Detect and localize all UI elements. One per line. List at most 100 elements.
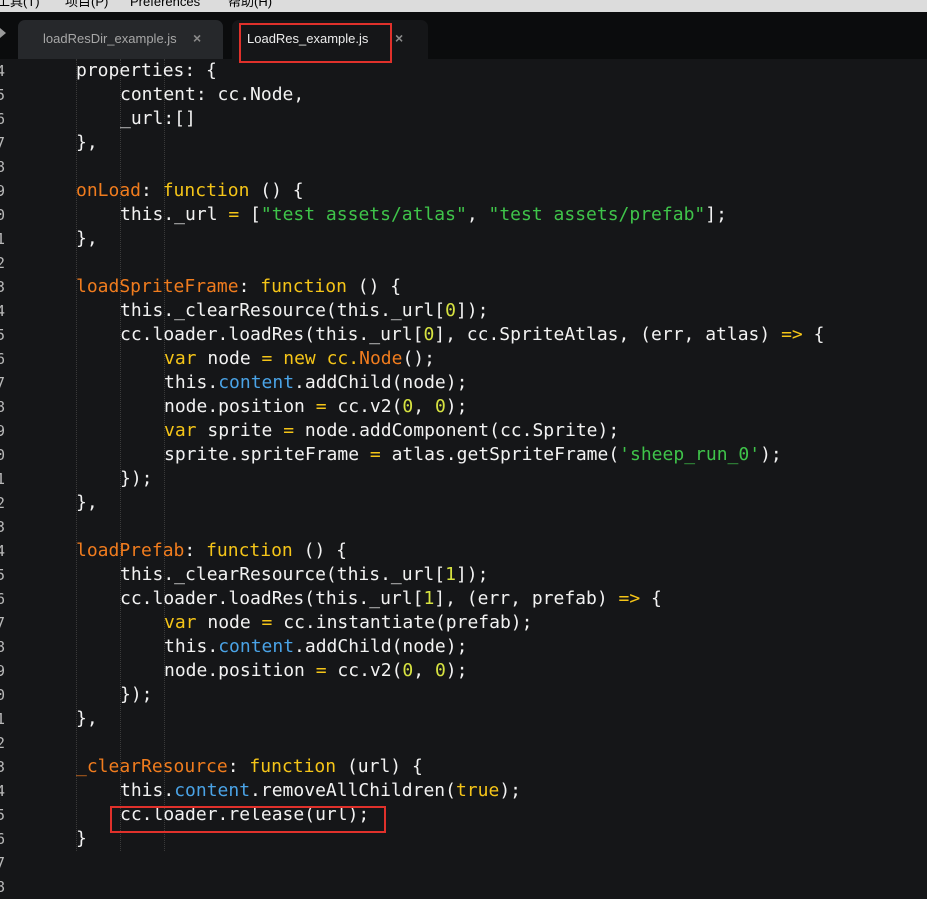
code-token: var — [164, 612, 197, 633]
code-token: }); — [120, 468, 153, 489]
code-token: sprite.spriteFrame — [164, 444, 370, 465]
code-token: ]); — [455, 300, 489, 321]
code-token: = — [228, 204, 240, 225]
code-token: }, — [76, 228, 98, 249]
code-line[interactable]: var node = new cc.Node(); — [164, 347, 435, 371]
code-line[interactable]: }, — [76, 491, 98, 515]
line-number: 2 — [0, 494, 6, 512]
code-token: }, — [76, 708, 98, 729]
line-number: 8 — [0, 878, 6, 896]
code-token: = — [315, 396, 327, 417]
code-token: onLoad — [76, 180, 142, 201]
code-line[interactable]: _clearResource: function (url) { — [76, 755, 423, 779]
code-line[interactable]: }); — [120, 683, 153, 707]
code-token: function — [206, 540, 293, 561]
code-token: _url:[] — [120, 108, 196, 129]
code-line[interactable]: var sprite = node.addComponent(cc.Sprite… — [164, 419, 619, 443]
line-number: 5 — [0, 566, 6, 584]
code-line[interactable]: }, — [76, 227, 98, 251]
code-line[interactable]: cc.loader.loadRes(this._url[1], (err, pr… — [120, 587, 662, 611]
code-line[interactable]: sprite.spriteFrame = atlas.getSpriteFram… — [164, 443, 782, 467]
menu-help[interactable]: 帮助(H) — [228, 0, 272, 8]
code-token: var — [164, 420, 197, 441]
code-line[interactable]: }, — [76, 131, 98, 155]
line-number: 0 — [0, 686, 6, 704]
code-line[interactable]: this._clearResource(this._url[0]); — [120, 299, 488, 323]
code-line[interactable]: _url:[] — [120, 107, 196, 131]
menu-project[interactable]: 项目(P) — [65, 0, 108, 8]
code-token: () { — [249, 180, 304, 201]
code-token: : — [238, 276, 261, 297]
code-token: cc.loader.loadRes(this._url[ — [120, 588, 424, 609]
code-line[interactable]: this.content.addChild(node); — [164, 371, 467, 395]
code-token: .removeAllChildren( — [250, 780, 456, 801]
code-line[interactable]: onLoad: function () { — [76, 179, 304, 203]
code-token: = — [261, 612, 273, 633]
menu-tools[interactable]: 工具(T) — [0, 0, 40, 8]
tab-loadresdir-example[interactable]: loadResDir_example.js × — [18, 20, 223, 59]
line-number: 0 — [0, 446, 6, 464]
code-token: { — [802, 324, 825, 345]
line-number: 9 — [0, 662, 6, 680]
code-line[interactable]: this.content.addChild(node); — [164, 635, 467, 659]
code-token: => — [781, 324, 803, 345]
line-number: 9 — [0, 422, 6, 440]
code-line[interactable]: cc.loader.loadRes(this._url[0], cc.Sprit… — [120, 323, 824, 347]
code-line[interactable]: loadSpriteFrame: function () { — [76, 275, 401, 299]
line-number: 8 — [0, 158, 6, 176]
code-token: properties: { — [76, 60, 217, 81]
code-token: loadSpriteFrame — [76, 276, 239, 297]
highlight-box-active-tab — [239, 23, 392, 63]
code-line[interactable]: this._url = ["test assets/atlas", "test … — [120, 203, 727, 227]
code-line[interactable]: node.position = cc.v2(0, 0); — [164, 659, 467, 683]
tab-scroll-left-icon[interactable] — [0, 28, 6, 38]
code-token: node — [196, 612, 262, 633]
code-line[interactable]: var node = cc.instantiate(prefab); — [164, 611, 532, 635]
code-token: : — [184, 540, 207, 561]
code-token: content — [218, 372, 295, 393]
line-number: 6 — [0, 110, 6, 128]
code-token: [ — [239, 204, 261, 225]
code-token: this. — [120, 780, 175, 801]
code-token: var — [164, 348, 197, 369]
menu-preferences[interactable]: Preferences — [130, 0, 200, 8]
code-token: = — [283, 420, 295, 441]
code-line[interactable]: properties: { — [76, 59, 217, 83]
code-token: 0 — [434, 396, 446, 417]
line-number: 2 — [0, 254, 6, 272]
code-token: atlas.getSpriteFrame( — [380, 444, 620, 465]
code-line[interactable]: this.content.removeAllChildren(true); — [120, 779, 521, 803]
code-token: content — [174, 780, 251, 801]
code-token: }, — [76, 132, 98, 153]
close-icon[interactable]: × — [395, 30, 403, 46]
code-line[interactable]: loadPrefab: function () { — [76, 539, 347, 563]
close-icon[interactable]: × — [193, 30, 201, 46]
code-token: loadPrefab — [76, 540, 185, 561]
line-number: 7 — [0, 134, 6, 152]
code-token: content — [218, 636, 295, 657]
code-token: node.position — [164, 396, 316, 417]
code-line[interactable]: content: cc.Node, — [120, 83, 304, 107]
code-token: cc.v2( — [326, 660, 403, 681]
code-token: => — [618, 588, 641, 609]
code-line[interactable]: }); — [120, 467, 153, 491]
code-token: this. — [164, 636, 219, 657]
code-token: this._clearResource(this._url[ — [120, 564, 446, 585]
line-number: 5 — [0, 326, 6, 344]
code-line[interactable]: this._clearResource(this._url[1]); — [120, 563, 488, 587]
code-editor[interactable]: 45678901234567890123456789012345678 prop… — [0, 59, 927, 896]
line-number: 6 — [0, 590, 6, 608]
code-token: 0 — [445, 300, 456, 321]
code-line[interactable]: node.position = cc.v2(0, 0); — [164, 395, 467, 419]
code-token: ]; — [705, 204, 727, 225]
code-token: } — [76, 828, 87, 849]
tab-bar: loadResDir_example.js × LoadRes_example.… — [0, 12, 927, 59]
code-token: this._clearResource(this._url[ — [120, 300, 446, 321]
code-line[interactable]: }, — [76, 707, 98, 731]
code-token: cc.instantiate(prefab); — [272, 612, 533, 633]
line-number: 6 — [0, 350, 6, 368]
line-number: 0 — [0, 206, 6, 224]
code-token: , — [413, 396, 435, 417]
code-line[interactable]: } — [76, 827, 87, 851]
